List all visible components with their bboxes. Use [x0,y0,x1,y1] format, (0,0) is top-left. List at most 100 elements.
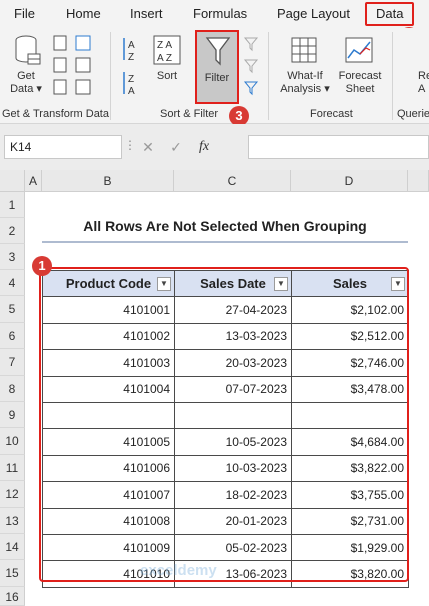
column-header-d[interactable]: D [291,170,408,192]
row-header[interactable]: 11 [0,454,25,482]
cell[interactable] [291,401,409,430]
what-if-analysis-button[interactable]: What-If Analysis ▾ [276,70,334,96]
row-header[interactable]: 5 [0,296,25,323]
cell[interactable] [174,401,292,430]
cell[interactable]: $4,684.00 [291,428,409,456]
confirm-icon[interactable]: ✓ [162,139,190,156]
row-header[interactable]: 10 [0,428,25,455]
cell[interactable]: $3,755.00 [291,481,409,509]
data-source-icons[interactable] [52,34,102,100]
svg-text:Z A: Z A [157,40,172,51]
cell[interactable]: 4101009 [42,533,175,562]
row-header[interactable]: 14 [0,534,25,561]
sort-button[interactable]: Sort [150,70,184,83]
group-queries: Querie [397,108,429,120]
cell[interactable]: 07-07-2023 [174,375,292,403]
cell[interactable]: 10-03-2023 [174,454,292,483]
cell[interactable] [42,401,175,430]
table-row: 4101002 13-03-2023 $2,512.00 [42,322,409,351]
header-label: Sales Date [200,276,266,292]
sort-az-icons[interactable]: A Z Z A [120,34,150,100]
cell[interactable]: $2,731.00 [291,507,409,535]
cell[interactable]: $2,102.00 [291,296,409,324]
column-header-b[interactable]: B [42,170,174,192]
cell[interactable]: 18-02-2023 [174,481,292,509]
formula-controls: ✕ ✓ fx [134,135,244,159]
header-label: Sales [333,276,367,292]
tab-file[interactable]: File [14,6,35,21]
group-forecast: Forecast [310,108,353,120]
table-row: 4101004 07-07-2023 $3,478.00 [42,375,409,403]
cell[interactable]: 20-03-2023 [174,349,292,377]
filter-dropdown-icon[interactable]: ▼ [391,277,405,291]
funnel-icon [205,37,231,66]
what-if-label-2: Analysis [280,83,322,95]
cell[interactable]: 4101005 [42,428,175,456]
watermark-logo: exceldemy [140,562,217,579]
column-header-e[interactable] [408,170,429,192]
cell[interactable]: 13-03-2023 [174,322,292,351]
cell[interactable]: $3,820.00 [291,560,409,588]
select-all-corner[interactable] [0,170,25,192]
cell[interactable]: 4101006 [42,454,175,483]
cell[interactable]: 4101003 [42,349,175,377]
cell[interactable]: 4101008 [42,507,175,535]
tab-insert[interactable]: Insert [130,6,163,21]
tab-home[interactable]: Home [66,6,101,21]
table-row: 4101001 27-04-2023 $2,102.00 [42,296,409,324]
cell[interactable]: 4101001 [42,296,175,324]
filter-dropdown-icon[interactable]: ▼ [157,277,171,291]
cell[interactable]: 05-02-2023 [174,533,292,562]
get-data-label-1: Get [17,70,35,82]
cell[interactable]: 4101004 [42,375,175,403]
sort-dialog-icon: Z A A Z [153,35,181,65]
table-row: 4101006 10-03-2023 $3,822.00 [42,454,409,483]
filter-dropdown-icon[interactable]: ▼ [274,277,288,291]
filter-button[interactable]: Filter [195,30,239,104]
row-header[interactable]: 15 [0,560,25,587]
row-header[interactable]: 16 [0,586,25,606]
cell[interactable]: $3,478.00 [291,375,409,403]
cell[interactable]: $2,746.00 [291,349,409,377]
ribbon: Get Data ▾ A Z Z A Z A A Z Sort Filter 3 [0,28,429,126]
get-data-button[interactable]: Get Data ▾ [6,70,46,96]
row-header[interactable]: 9 [0,402,25,429]
forecast-sheet-label-1: Forecast [338,70,382,82]
data-tab-highlight [365,2,414,26]
row-header[interactable]: 6 [0,322,25,350]
tab-formulas[interactable]: Formulas [193,6,247,21]
cell[interactable]: $3,822.00 [291,454,409,483]
cell[interactable]: $1,929.00 [291,533,409,562]
row-header[interactable]: 7 [0,349,25,376]
fx-icon[interactable]: fx [190,139,218,155]
forecast-sheet-button[interactable]: Forecast Sheet [334,70,386,96]
cell[interactable]: 4101002 [42,322,175,351]
cell[interactable]: 4101007 [42,481,175,509]
svg-text:Z: Z [128,74,134,85]
filter-options-icons[interactable] [243,34,263,100]
cell[interactable]: $2,512.00 [291,322,409,351]
cancel-icon[interactable]: ✕ [134,139,162,156]
cell[interactable]: 20-01-2023 [174,507,292,535]
partial-label-1: Re [418,70,429,82]
title-underline [42,241,408,243]
row-header[interactable]: 3 [0,244,25,270]
data-table: Product Code ▼ Sales Date ▼ Sales ▼ 4101001… [42,269,409,588]
group-sort-filter: Sort & Filter [160,108,219,120]
formula-input[interactable] [248,135,429,159]
tab-page-layout[interactable]: Page Layout [277,6,350,21]
row-header[interactable]: 13 [0,507,25,534]
cell[interactable]: 10-05-2023 [174,428,292,456]
column-header-c[interactable]: C [174,170,291,192]
column-header-a[interactable]: A [25,170,42,192]
table-row [42,401,409,430]
refresh-all-button[interactable]: Re A [418,70,429,96]
row-header[interactable]: 1 [0,192,25,218]
row-header[interactable]: 4 [0,270,25,297]
filter-label: Filter [204,72,230,84]
row-header[interactable]: 2 [0,218,25,244]
row-header[interactable]: 12 [0,481,25,508]
cell[interactable]: 27-04-2023 [174,296,292,324]
row-header[interactable]: 8 [0,375,25,402]
name-box[interactable]: K14 [4,135,122,159]
